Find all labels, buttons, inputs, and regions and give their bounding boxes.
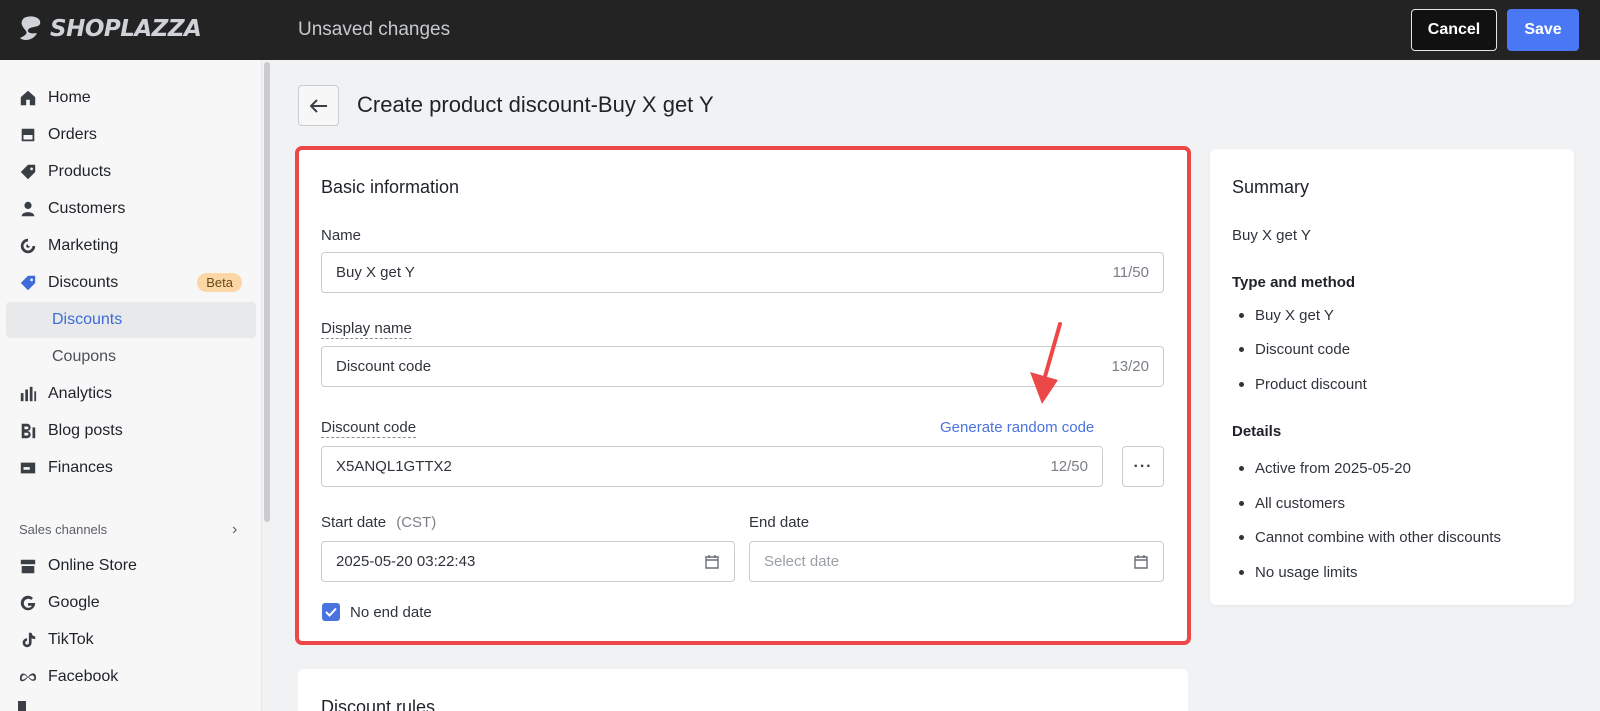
sidebar-item-label: Finances	[48, 459, 113, 476]
unsaved-status: Unsaved changes	[298, 19, 451, 40]
store-icon	[18, 556, 38, 576]
sidebar-scrollbar[interactable]	[264, 62, 270, 522]
sidebar-item-label: Products	[48, 163, 112, 180]
type-item: Product discount	[1239, 376, 1367, 393]
sidebar-item-label: Analytics	[48, 385, 113, 402]
sidebar-item-facebook[interactable]: Facebook	[6, 659, 256, 695]
home-icon	[18, 88, 38, 108]
discount-code-label: Discount code	[321, 419, 417, 438]
display-name-value: Discount code	[336, 358, 432, 375]
sidebar-item-orders[interactable]: Orders	[6, 117, 256, 153]
sidebar-item-home[interactable]: Home	[6, 80, 256, 116]
annotation-arrow-icon	[1030, 322, 1062, 404]
start-date-value: 2025-05-20 03:22:43	[336, 553, 476, 570]
save-button[interactable]: Save	[1507, 9, 1579, 51]
back-button[interactable]	[298, 85, 339, 126]
sidebar-item-label: Customers	[48, 200, 126, 217]
no-end-date-checkbox[interactable]	[322, 603, 340, 621]
sidebar-item-label: Google	[48, 594, 100, 611]
google-icon	[18, 593, 38, 613]
generate-random-code-link[interactable]: Generate random code	[940, 419, 1094, 436]
logo-mark-icon	[20, 16, 41, 41]
type-item: Buy X get Y	[1239, 307, 1334, 324]
detail-item: Cannot combine with other discounts	[1239, 529, 1501, 546]
details-heading: Details	[1232, 423, 1282, 440]
sidebar-item-blog-posts[interactable]: Blog posts	[6, 413, 256, 449]
summary-title: Summary	[1232, 177, 1310, 197]
arrow-left-icon	[309, 98, 327, 113]
beta-badge: Beta	[197, 273, 242, 292]
sidebar-item-label: Marketing	[48, 237, 119, 254]
type-method-heading: Type and method	[1232, 274, 1356, 291]
sidebar-item-discounts[interactable]: Discounts Beta	[6, 265, 256, 301]
sidebar-item-google[interactable]: Google	[6, 585, 256, 621]
calendar-icon	[1134, 554, 1148, 569]
logo-text: SHOPLAZZA	[50, 16, 202, 42]
sidebar-item-analytics[interactable]: Analytics	[6, 376, 256, 412]
start-date-input[interactable]: 2025-05-20 03:22:43	[321, 541, 735, 582]
end-date-input[interactable]: Select date	[749, 541, 1164, 582]
sidebar-item-label: Facebook	[48, 668, 119, 685]
name-label: Name	[321, 227, 362, 244]
page-title: Create product discount-Buy X get Y	[357, 92, 714, 117]
chevron-right-icon[interactable]: ›	[232, 521, 237, 539]
top-bar: SHOPLAZZA Unsaved changes Cancel Save	[0, 0, 1600, 60]
person-icon	[18, 199, 38, 219]
name-input[interactable]: Buy X get Y 11/50	[321, 252, 1164, 293]
sidebar-item-customers[interactable]: Customers	[6, 191, 256, 227]
sidebar-item-label: Discounts	[48, 274, 119, 291]
meta-icon	[18, 667, 38, 687]
sidebar-item-label: Home	[48, 89, 91, 106]
detail-item: All customers	[1238, 495, 1346, 512]
shoplazza-logo[interactable]: SHOPLAZZA	[18, 14, 202, 44]
sidebar-item-tiktok[interactable]: TikTok	[6, 622, 256, 658]
detail-item: Active from 2025-05-20	[1239, 460, 1411, 477]
sidebar-item-online-store[interactable]: Online Store	[6, 548, 256, 584]
tiktok-icon	[18, 630, 38, 650]
sidebar-item-marketing[interactable]: Marketing	[6, 228, 256, 264]
sales-channels-heading: Sales channels	[19, 522, 108, 537]
sidebar-item-label: Blog posts	[48, 422, 123, 439]
discount-code-value: X5ANQL1GTTX2	[336, 458, 452, 475]
bar-chart-icon	[18, 384, 38, 404]
discount-code-char-count: 12/50	[1050, 458, 1088, 475]
name-value: Buy X get Y	[336, 264, 415, 281]
display-name-char-count: 13/20	[1111, 358, 1149, 375]
sidebar-item-label: TikTok	[48, 631, 94, 648]
sidebar-subitem-coupons[interactable]: Coupons	[6, 339, 256, 375]
checkmark-icon	[325, 607, 337, 617]
finance-icon	[18, 458, 38, 478]
discount-code-input[interactable]: X5ANQL1GTTX2 12/50	[321, 446, 1103, 487]
tag-icon	[18, 162, 38, 182]
timezone-label: (CST)	[396, 514, 437, 531]
detail-item: No usage limits	[1239, 564, 1358, 581]
discount-icon	[18, 273, 38, 293]
discount-rules-title: Discount rules	[321, 697, 436, 711]
start-date-label: Start date (CST)	[321, 514, 436, 531]
sidebar-subitem-discounts[interactable]: Discounts	[6, 302, 256, 338]
cancel-button[interactable]: Cancel	[1411, 9, 1497, 51]
start-date-label-text: Start date	[321, 514, 387, 531]
end-date-placeholder: Select date	[764, 553, 840, 570]
sidebar-item-finances[interactable]: Finances	[6, 450, 256, 486]
blog-icon	[18, 421, 38, 441]
sidebar-item-products[interactable]: Products	[6, 154, 256, 190]
basic-information-title: Basic information	[321, 177, 460, 197]
sidebar-item-label: Online Store	[48, 557, 137, 574]
type-item: Discount code	[1238, 341, 1351, 358]
more-options-button[interactable]: ···	[1122, 446, 1164, 487]
target-icon	[18, 236, 38, 256]
sidebar-item-label: Orders	[48, 126, 97, 143]
no-end-date-label: No end date	[350, 604, 432, 621]
end-date-label: End date	[749, 514, 810, 531]
display-name-label: Display name	[321, 320, 412, 339]
partial-icon	[18, 701, 26, 711]
orders-icon	[18, 125, 38, 145]
calendar-icon	[705, 554, 719, 569]
name-char-count: 11/50	[1112, 264, 1149, 281]
summary-name: Buy X get Y	[1232, 227, 1311, 244]
